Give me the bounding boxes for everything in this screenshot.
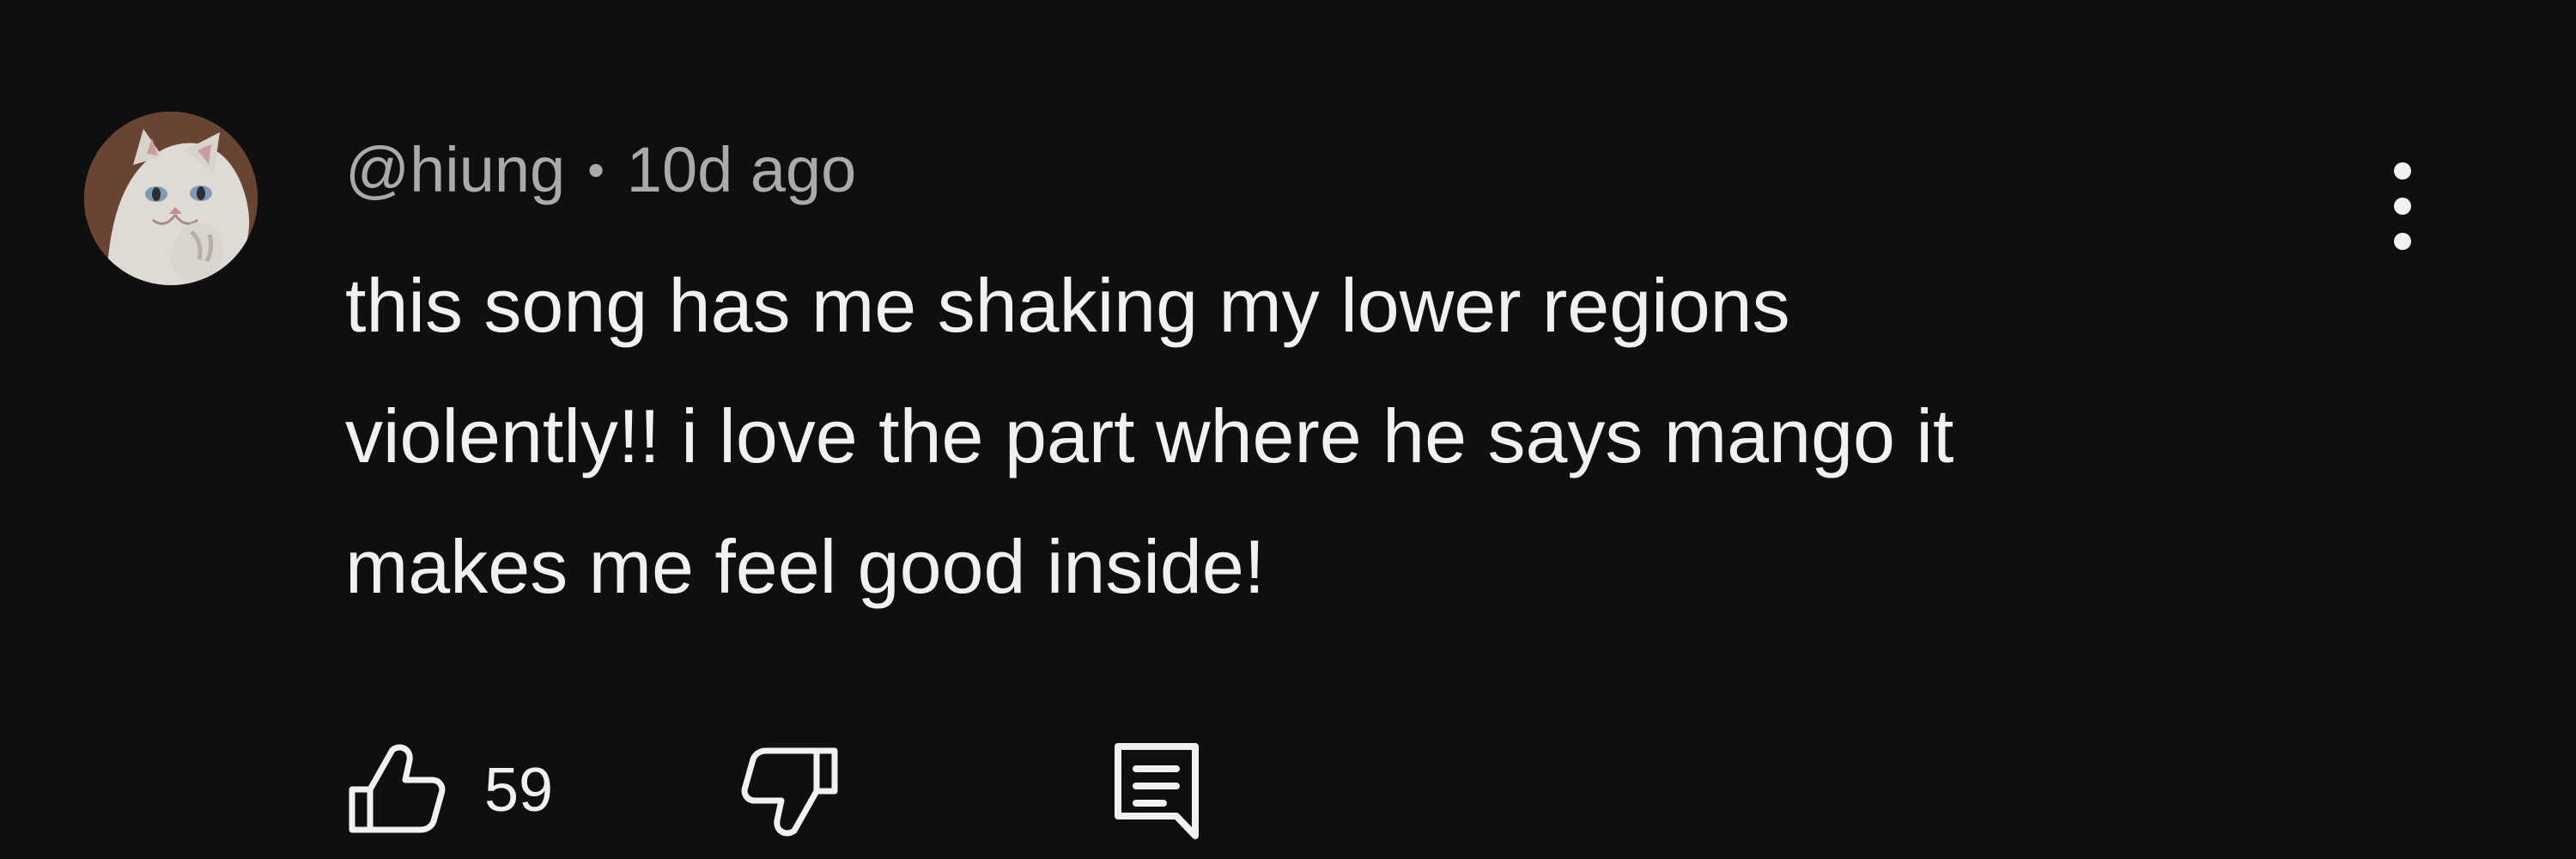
dislike-button[interactable] (740, 730, 841, 850)
thumbs-down-icon (740, 740, 841, 841)
thumbs-up-icon (345, 740, 447, 841)
comment-text: this song has me shaking my lower region… (345, 241, 2372, 632)
reply-button[interactable] (1109, 730, 1206, 850)
reply-comment-icon (1109, 738, 1206, 843)
meta-separator: • (587, 143, 605, 197)
comment-meta: @hiung • 10d ago (345, 129, 856, 211)
more-options-button[interactable] (2351, 146, 2454, 266)
avatar[interactable] (84, 112, 258, 285)
comment-card: @hiung • 10d ago this song has me shakin… (0, 0, 2576, 859)
comment-line-3: makes me feel good inside! (345, 524, 1266, 609)
comment-actions: 59 (345, 730, 1290, 850)
like-count: 59 (484, 756, 554, 825)
author-name[interactable]: @hiung (345, 129, 565, 211)
more-vertical-icon (2391, 159, 2415, 253)
comment-line-1: this song has me shaking my lower region… (345, 263, 1790, 348)
comment-timestamp[interactable]: 10d ago (627, 129, 857, 211)
cat-avatar-image (84, 112, 258, 285)
comment-line-2: violently!! i love the part where he say… (345, 393, 1954, 478)
like-button[interactable]: 59 (345, 730, 553, 850)
